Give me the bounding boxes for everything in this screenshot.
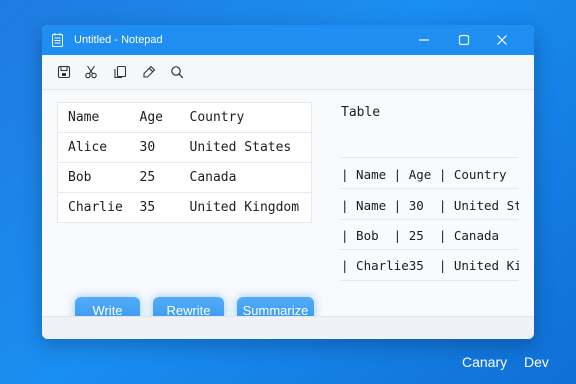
table-cell: United States — [179, 132, 312, 163]
cut-button[interactable] — [83, 64, 99, 80]
table-cell: Name — [57, 102, 130, 133]
title-bar[interactable]: Untitled - Notepad — [42, 25, 534, 55]
close-button[interactable] — [493, 31, 511, 49]
copy-icon — [114, 65, 127, 79]
status-bar — [42, 316, 534, 339]
search-button[interactable] — [169, 64, 185, 80]
notepad-window: Untitled - Notepad Name Age Country Alic… — [42, 25, 534, 339]
table-cell: 25 — [129, 162, 180, 193]
table-header-row: Name Age Country — [57, 102, 312, 133]
divider — [340, 188, 518, 189]
table-cell: Alice — [57, 132, 130, 163]
toolbar — [42, 55, 534, 90]
table-row: Charlie 35 United Kingdom — [57, 192, 312, 223]
cut-icon — [85, 65, 97, 79]
desktop-label-canary: Canary — [462, 354, 508, 370]
copy-button[interactable] — [112, 64, 128, 80]
highlight-button[interactable] — [141, 64, 157, 80]
table-row: Bob 25 Canada — [57, 162, 312, 193]
maximize-button[interactable] — [455, 31, 473, 49]
search-icon — [171, 66, 184, 79]
markdown-line: | Charlie35 | United Kin — [341, 258, 519, 273]
divider — [340, 280, 518, 281]
table-cell: Bob — [57, 162, 130, 193]
markdown-line: | Bob | 25 | Canada — [341, 228, 500, 243]
markdown-line: | Name | 30 | United St — [341, 198, 519, 213]
divider — [340, 249, 518, 250]
save-icon — [57, 65, 71, 79]
table-cell: Charlie — [57, 192, 130, 223]
markdown-line: | Name | Age | Country — [341, 167, 507, 182]
maximize-icon — [458, 34, 470, 46]
table-cell: 35 — [129, 192, 180, 223]
table-cell: Country — [179, 102, 312, 133]
table-row: Alice 30 United States — [57, 132, 312, 163]
table-cell: 30 — [129, 132, 180, 163]
divider — [340, 219, 518, 220]
window-title: Untitled - Notepad — [74, 34, 163, 46]
highlight-icon — [143, 65, 156, 78]
data-table: Name Age Country Alice 30 United States … — [57, 102, 312, 223]
close-icon — [497, 35, 507, 45]
divider — [340, 157, 518, 158]
minimize-button[interactable] — [415, 31, 433, 49]
table-cell: Age — [129, 102, 180, 133]
editor-area[interactable]: Name Age Country Alice 30 United States … — [42, 90, 534, 323]
table-cell: Canada — [179, 162, 312, 193]
markdown-title: Table — [341, 105, 381, 120]
minimize-icon — [419, 39, 429, 41]
save-button[interactable] — [56, 64, 72, 80]
table-cell: United Kingdom — [179, 192, 312, 223]
notepad-icon — [52, 33, 63, 47]
desktop-label-dev: Dev — [524, 354, 549, 370]
